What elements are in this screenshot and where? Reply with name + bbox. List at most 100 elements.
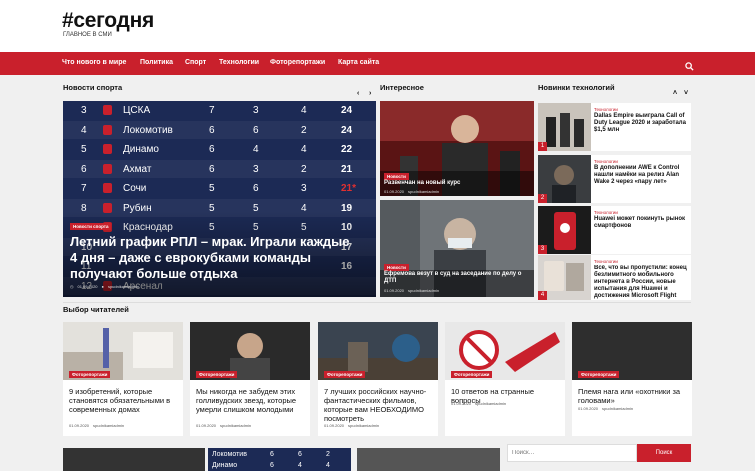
- readers-card-4[interactable]: Фоторепортажи 10 ответов на странные воп…: [445, 322, 565, 436]
- bottom-photo-1[interactable]: [63, 448, 205, 471]
- tech-prev-button[interactable]: ˄: [673, 90, 677, 97]
- league-table-row: 4 Локомотив 6 6 2 24: [63, 120, 376, 139]
- readers-tag-2[interactable]: Фоторепортажи: [196, 371, 238, 378]
- readers-author-5[interactable]: spudnikamiadmin: [602, 406, 633, 411]
- team-logo-icon: [103, 163, 112, 174]
- nav-item-world[interactable]: Что нового в мире: [62, 59, 126, 66]
- league-won: 6: [253, 124, 259, 136]
- readers-tag-4[interactable]: Фоторепортажи: [451, 371, 493, 378]
- tech-title-2[interactable]: В дополнении AWE к Control нашли намёки …: [594, 165, 690, 186]
- readers-title-2[interactable]: Мы никогда не забудем этих голливудских …: [196, 387, 306, 414]
- bottom-photo-3[interactable]: [357, 448, 500, 471]
- search-icon[interactable]: [685, 58, 694, 71]
- readers-title-1[interactable]: 9 изобретений, которые становятся обязат…: [69, 387, 179, 414]
- section-divider: [63, 302, 691, 303]
- tech-section-title: Новинки технологий: [538, 83, 615, 92]
- league-pos: 7: [81, 183, 87, 194]
- readers-meta-3: 01.09.2020 spudnikamiadmin: [324, 423, 379, 428]
- tech-tag-4[interactable]: Технологии: [594, 259, 618, 264]
- league-points: 21: [341, 163, 353, 175]
- sport-section-title: Новости спорта: [63, 83, 123, 92]
- tech-num-2: 2: [538, 194, 547, 203]
- nav-item-sitemap[interactable]: Карта сайта: [338, 59, 379, 66]
- league-pos: 3: [81, 105, 87, 116]
- interesting-card-2[interactable]: Новости Ефремова везут в суд на заседани…: [380, 200, 534, 297]
- readers-card-2[interactable]: Фоторепортажи Мы никогда не забудем этих…: [190, 322, 310, 436]
- interesting-section-title: Интересное: [380, 83, 424, 92]
- interesting-author-1[interactable]: spudnikamiadmin: [408, 189, 439, 194]
- bottom-d-1: 2: [326, 451, 330, 458]
- readers-tag-5[interactable]: Фоторепортажи: [578, 371, 620, 378]
- league-team: Сочи: [123, 183, 147, 194]
- sport-author[interactable]: spudnikamiadmin: [108, 284, 139, 289]
- interesting-date-2: 01.09.2020: [384, 288, 405, 293]
- interesting-date-1: 01.09.2020: [384, 189, 405, 194]
- readers-author-3[interactable]: spudnikamiadmin: [348, 423, 379, 428]
- tech-tag-2[interactable]: Технологии: [594, 159, 618, 164]
- tech-item-3[interactable]: 3 Технологии Huawei может покинуть рынок…: [538, 206, 691, 254]
- readers-author-2[interactable]: spudnikamiadmin: [220, 423, 251, 428]
- readers-card-3[interactable]: Фоторепортажи 7 лучших российских научно…: [318, 322, 438, 436]
- interesting-tag-2[interactable]: Новости: [384, 264, 409, 271]
- readers-card-5[interactable]: Фоторепортажи Племя нага или «охотники з…: [572, 322, 692, 436]
- readers-title-5[interactable]: Племя нага или «охотники за головами»: [578, 387, 688, 405]
- team-logo-icon: [103, 105, 112, 115]
- league-played: 6: [209, 144, 215, 155]
- league-points: 21*: [341, 183, 357, 194]
- readers-section-title: Выбор читателей: [63, 305, 129, 314]
- clock-icon: ◷: [70, 284, 74, 289]
- league-team: ЦСКА: [123, 105, 151, 116]
- interesting-tag-1[interactable]: Новости: [384, 173, 409, 180]
- bottom-team-2: Динамо: [212, 462, 238, 469]
- interesting-title-2[interactable]: Ефремова везут в суд на заседание по дел…: [384, 271, 530, 285]
- tech-num-3: 3: [538, 245, 547, 254]
- tech-item-2[interactable]: 2 Технологии В дополнении AWE к Control …: [538, 155, 691, 203]
- readers-tag-1[interactable]: Фоторепортажи: [69, 371, 111, 378]
- tech-title-3[interactable]: Huawei может покинуть рынок смартфонов: [594, 216, 690, 230]
- sport-date: 01.09.2020: [77, 284, 98, 289]
- league-table-row: 3 ЦСКА 7 3 4 24: [63, 101, 376, 120]
- league-drawn: 3: [301, 183, 307, 194]
- site-logo[interactable]: #сегодня: [62, 9, 154, 33]
- readers-author-1[interactable]: spudnikamiadmin: [93, 423, 124, 428]
- league-points: 24: [341, 105, 353, 116]
- sport-tag[interactable]: Новости спорта: [70, 223, 112, 230]
- league-played: 5: [209, 183, 215, 194]
- interesting-title-1[interactable]: Развенчан на новый курс: [384, 180, 530, 187]
- league-played: 6: [209, 124, 215, 136]
- tech-item-1[interactable]: 1 Технологии Dallas Empire выиграла Call…: [538, 103, 691, 151]
- readers-date-3: 01.09.2020: [324, 423, 345, 428]
- search-button[interactable]: Поиск: [637, 444, 691, 462]
- readers-tag-3[interactable]: Фоторепортажи: [324, 371, 366, 378]
- interesting-card-1[interactable]: Новости Развенчан на новый курс 01.09.20…: [380, 101, 534, 196]
- bottom-p-2: 6: [270, 462, 274, 469]
- readers-author-4[interactable]: spudnikamiadmin: [475, 401, 506, 406]
- readers-title-3[interactable]: 7 лучших российских научно-фантастически…: [324, 387, 434, 423]
- nav-item-tech[interactable]: Технологии: [219, 59, 259, 66]
- tech-next-button[interactable]: ˅: [684, 90, 688, 97]
- sport-prev-button[interactable]: ‹: [357, 90, 359, 97]
- bottom-w-2: 4: [298, 462, 302, 469]
- readers-meta-5: 01.09.2020 spudnikamiadmin: [578, 406, 633, 411]
- league-won: 6: [253, 183, 259, 194]
- nav-item-politics[interactable]: Политика: [140, 59, 173, 66]
- tech-item-4[interactable]: 4 Технологии Всё, что вы пропустили: кон…: [538, 255, 691, 300]
- interesting-author-2[interactable]: spudnikamiadmin: [408, 288, 439, 293]
- sport-next-button[interactable]: ›: [369, 90, 371, 97]
- tech-num-1: 1: [538, 142, 547, 151]
- search-input[interactable]: [507, 444, 637, 462]
- tech-title-4[interactable]: Всё, что вы пропустили: конец безлимитно…: [594, 265, 690, 300]
- bottom-photo-2[interactable]: Локомотив 6 6 2 Динамо 6 4 4: [208, 448, 351, 471]
- sport-headline[interactable]: Летний график РПЛ – мрак. Играли каждые …: [70, 234, 360, 282]
- nav-item-photo[interactable]: Фоторепортажи: [270, 59, 325, 66]
- tech-title-1[interactable]: Dallas Empire выиграла Call of Duty Leag…: [594, 113, 690, 134]
- nav-item-sport[interactable]: Спорт: [185, 59, 206, 66]
- league-drawn: 2: [301, 124, 307, 136]
- tech-tag-1[interactable]: Технологии: [594, 107, 618, 112]
- tech-tag-3[interactable]: Технологии: [594, 210, 618, 215]
- league-points: 24: [341, 124, 353, 136]
- league-drawn: 4: [301, 105, 307, 116]
- readers-date-4: 01.09.2020: [451, 401, 472, 406]
- readers-card-1[interactable]: Фоторепортажи 9 изобретений, которые ста…: [63, 322, 183, 436]
- league-won: 4: [253, 144, 259, 155]
